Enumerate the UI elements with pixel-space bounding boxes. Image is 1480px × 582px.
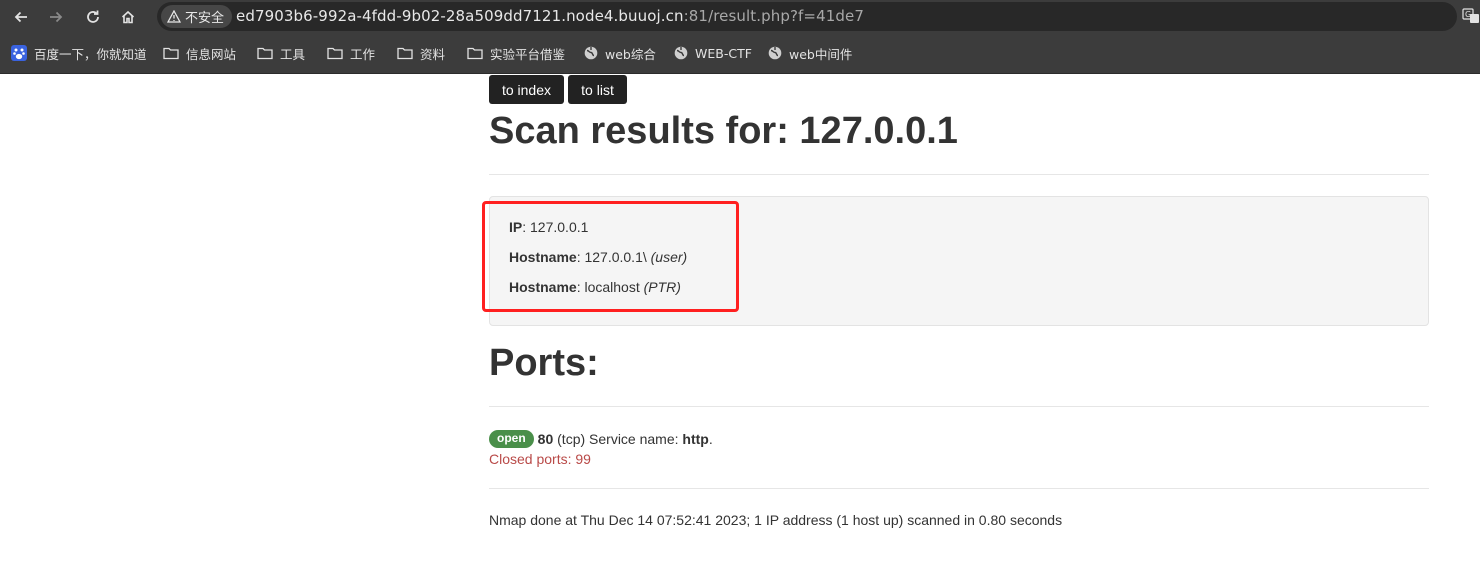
bookmark-web-ctf[interactable]: WEB-CTF: [674, 43, 752, 63]
port-number: 80: [537, 431, 554, 447]
bookmark-folder-labs[interactable]: 实验平台借鉴: [467, 43, 565, 63]
reload-icon: [87, 10, 99, 23]
to-index-button[interactable]: to index: [489, 75, 564, 104]
divider: [489, 406, 1429, 407]
bookmark-folder-materials[interactable]: 资料: [397, 43, 445, 63]
bookmark-baidu[interactable]: 百度一下，你就知道: [11, 43, 147, 63]
globe-icon: [584, 46, 598, 60]
port-entry: open 80 (tcp) Service name: http .: [489, 430, 713, 448]
baidu-icon: [11, 45, 27, 61]
globe-icon: [768, 46, 782, 60]
bookmark-folder-work[interactable]: 工作: [327, 43, 375, 63]
globe-icon: [674, 46, 688, 60]
divider: [489, 488, 1429, 489]
bookmark-web-middleware[interactable]: web中间件: [768, 43, 852, 63]
nmap-summary: Nmap done at Thu Dec 14 07:52:41 2023; 1…: [489, 512, 1063, 528]
bookmark-web-general[interactable]: web综合: [584, 43, 656, 63]
bookmark-label: 资料: [420, 46, 446, 62]
security-label: 不安全: [185, 11, 225, 26]
home-button[interactable]: [117, 6, 139, 28]
folder-icon: [467, 47, 483, 60]
bookmark-folder-tools[interactable]: 工具: [257, 43, 305, 63]
url-text[interactable]: ed7903b6-992a-4fdd-9b02-28a509dd7121.nod…: [236, 7, 864, 25]
bookmark-label: web综合: [605, 46, 656, 62]
bookmark-label: web中间件: [789, 46, 853, 62]
translate-icon[interactable]: G: [1462, 7, 1480, 25]
folder-icon: [163, 47, 179, 60]
bookmark-label: WEB-CTF: [695, 45, 752, 61]
page-title: Scan results for: 127.0.0.1: [489, 110, 958, 152]
port-protocol: (tcp) Service name:: [553, 431, 683, 447]
arrow-right-icon: [50, 11, 63, 23]
url-host: ed7903b6-992a-4fdd-9b02-28a509dd7121.nod…: [236, 7, 684, 25]
port-state-badge: open: [489, 430, 534, 448]
bookmark-folder-info[interactable]: 信息网站: [163, 43, 236, 63]
warning-icon: [167, 10, 181, 23]
arrow-left-icon: [14, 11, 27, 23]
port-end: .: [708, 431, 713, 447]
bookmark-label: 实验平台借鉴: [490, 46, 566, 62]
closed-ports: Closed ports: 99: [489, 451, 591, 467]
back-button[interactable]: [10, 6, 32, 28]
divider: [489, 174, 1429, 175]
bookmark-label: 工具: [280, 46, 306, 62]
bookmark-label: 工作: [350, 46, 376, 62]
url-path: :81/result.php?f=41de7: [683, 7, 864, 25]
forward-button[interactable]: [45, 6, 67, 28]
service-name: http: [682, 431, 709, 447]
folder-icon: [257, 47, 273, 60]
folder-icon: [397, 47, 413, 60]
to-list-button[interactable]: to list: [568, 75, 627, 104]
reload-button[interactable]: [82, 6, 104, 28]
ports-heading: Ports:: [489, 342, 599, 384]
highlight-box: [482, 201, 739, 312]
bookmark-label: 信息网站: [186, 46, 237, 62]
security-indicator[interactable]: 不安全: [161, 5, 233, 28]
folder-icon: [327, 47, 343, 60]
address-bar: 不安全 ed7903b6-992a-4fdd-9b02-28a509dd7121…: [0, 0, 1480, 33]
home-icon: [121, 10, 135, 24]
bookmark-label: 百度一下，你就知道: [34, 46, 147, 62]
